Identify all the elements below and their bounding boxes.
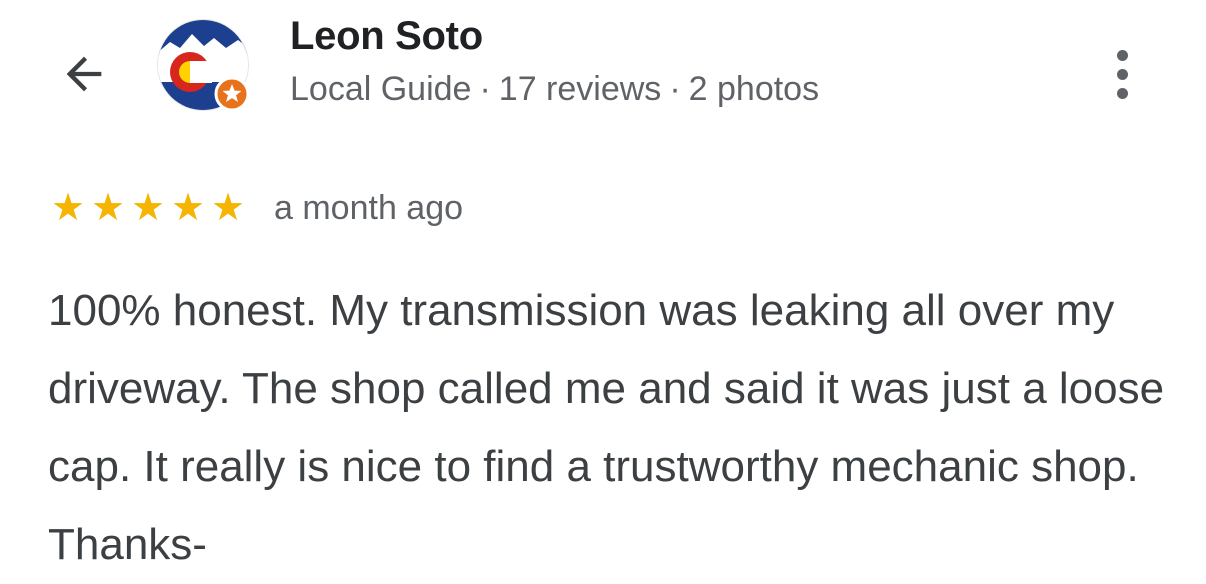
star-rating: ★ ★ ★ ★ ★	[48, 188, 248, 228]
more-vert-icon	[1116, 49, 1128, 61]
separator-dot: ·	[479, 70, 491, 108]
reviewer-name[interactable]: Leon Soto	[290, 14, 483, 59]
star-icon: ★	[170, 187, 206, 229]
star-badge-icon	[214, 76, 250, 112]
separator-dot: ·	[669, 70, 681, 108]
back-button[interactable]	[52, 42, 116, 106]
local-guide-label: Local Guide	[290, 70, 472, 108]
review-time: a month ago	[274, 188, 464, 227]
reviewer-meta: Local Guide · 17 reviews · 2 photos	[290, 70, 819, 109]
star-icon: ★	[210, 187, 246, 229]
star-icon: ★	[130, 187, 166, 229]
avatar[interactable]	[156, 18, 254, 116]
reviews-count: 17 reviews	[498, 70, 662, 108]
photos-count: 2 photos	[688, 70, 820, 108]
review-text: 100% honest. My transmission was leaking…	[48, 286, 1165, 569]
more-options-button[interactable]	[1100, 40, 1144, 108]
review-rating-row: ★ ★ ★ ★ ★ a month ago	[48, 188, 463, 228]
star-icon: ★	[50, 187, 86, 229]
star-icon: ★	[90, 187, 126, 229]
arrow-left-icon	[66, 56, 102, 92]
